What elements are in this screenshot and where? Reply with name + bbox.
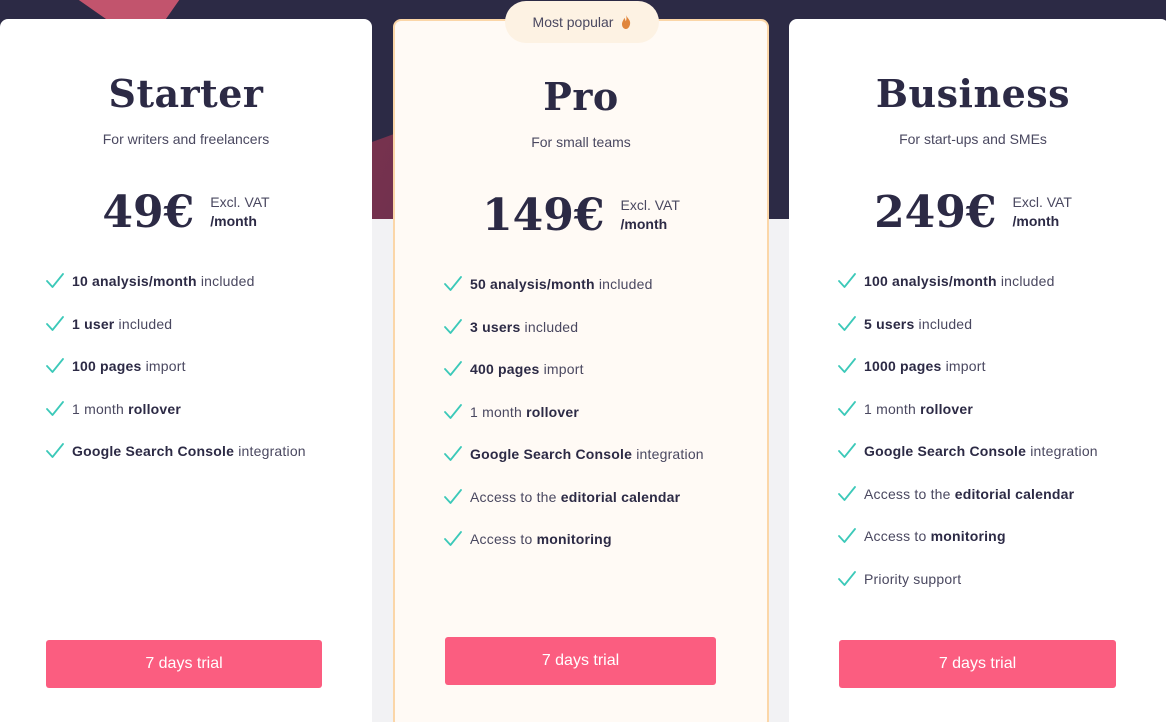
badge-label: Most popular [532,14,614,30]
check-icon [838,400,856,416]
price-row: 249€ Excl. VAT /month [789,191,1157,235]
feature-item: Google Search Console integration [838,443,1098,486]
plan-title: Starter [108,71,264,116]
check-icon [838,273,856,288]
period-label: /month [1012,213,1060,229]
check-icon [838,528,856,543]
feature-text: 1 month rollover [864,400,974,417]
feature-text: 100 analysis/month included [864,273,1055,289]
plan-price: 249€ [874,187,997,238]
check-icon [444,446,462,461]
feature-item: 3 users included [444,319,704,362]
check-icon [444,361,462,376]
trial-button[interactable]: 7 days trial [46,640,322,688]
check-icon [444,531,462,546]
feature-item: 1 user included [46,316,306,359]
feature-text: 1 month rollover [470,403,580,420]
period-label: /month [210,213,257,229]
feature-text: 400 pages import [470,361,584,377]
check-icon [838,570,856,586]
feature-item: 1 month rollover [838,401,1098,444]
plan-subtitle: For writers and freelancers [102,131,270,147]
feature-item: Google Search Console integration [444,446,704,489]
feature-item: Access to monitoring [838,528,1098,571]
check-icon [444,318,462,334]
plan-subtitle: For start-ups and SMEs [899,131,1047,147]
check-icon [46,358,64,373]
price-row: 49€ Excl. VAT /month [0,191,372,235]
plan-title: Business [875,71,1071,116]
feature-item: Access to monitoring [444,531,704,574]
trial-button[interactable]: 7 days trial [839,640,1116,688]
feature-text: 50 analysis/month included [470,276,653,292]
feature-item: 1 month rollover [444,404,704,447]
feature-item: Google Search Console integration [46,443,306,486]
plan-card-starter: Starter For writers and freelancers 49€ … [0,19,372,722]
feature-text: 1 month rollover [72,400,182,417]
feature-text: Google Search Console integration [470,446,704,462]
period-label: /month [620,216,668,232]
price-note: Excl. VAT /month [1013,191,1072,231]
price-note: Excl. VAT /month [621,194,680,234]
check-icon [444,276,462,291]
plan-price: 149€ [482,190,605,241]
feature-text: Access to the editorial calendar [470,488,681,505]
most-popular-badge: Most popular [505,1,659,43]
plan-price: 49€ [102,187,195,238]
price-note: Excl. VAT /month [210,191,269,231]
price-row: 149€ Excl. VAT /month [395,194,767,238]
feature-list: 100 analysis/month included 5 users inclu… [838,273,1098,613]
feature-text: 5 users included [864,315,973,332]
feature-text: Google Search Console integration [864,443,1098,459]
trial-button[interactable]: 7 days trial [445,637,716,685]
feature-item: 1 month rollover [46,401,306,444]
feature-item: 100 analysis/month included [838,273,1098,316]
plan-subtitle: For small teams [531,134,631,150]
feature-item: Access to the editorial calendar [838,486,1098,529]
check-icon [46,443,64,458]
feature-item: 100 pages import [46,358,306,401]
feature-item: 50 analysis/month included [444,276,704,319]
feature-item: 400 pages import [444,361,704,404]
feature-text: Access to the editorial calendar [864,485,1075,502]
feature-text: Access to monitoring [470,531,612,547]
check-icon [46,315,64,331]
vat-label: Excl. VAT [210,194,270,210]
vat-label: Excl. VAT [1012,194,1072,210]
feature-list: 10 analysis/month included 1 user include… [46,273,306,486]
feature-text: Access to monitoring [864,528,1006,544]
feature-item: Access to the editorial calendar [444,489,704,532]
feature-text: 100 pages import [72,358,186,374]
feature-item: Priority support [838,571,1098,614]
check-icon [444,403,462,419]
plan-card-pro: Most popular Pro For small teams 149€ Ex… [393,1,769,722]
check-icon [444,488,462,504]
feature-item: 1000 pages import [838,358,1098,401]
check-icon [838,358,856,373]
check-icon [46,273,64,288]
vat-label: Excl. VAT [620,197,680,213]
flame-icon [622,15,631,29]
feature-text: 3 users included [470,318,579,335]
feature-text: Priority support [864,570,962,587]
feature-text: 1000 pages import [864,358,986,374]
plan-title: Pro [543,74,619,119]
check-icon [46,400,64,416]
check-icon [838,443,856,458]
feature-text: Google Search Console integration [72,443,306,459]
check-icon [838,315,856,331]
feature-item: 5 users included [838,316,1098,359]
feature-item: 10 analysis/month included [46,273,306,316]
feature-text: 10 analysis/month included [72,273,255,289]
feature-list: 50 analysis/month included 3 users includ… [444,276,704,574]
feature-text: 1 user included [72,315,173,332]
check-icon [838,485,856,501]
plan-card-business: Business For start-ups and SMEs 249€ Exc… [789,19,1166,722]
